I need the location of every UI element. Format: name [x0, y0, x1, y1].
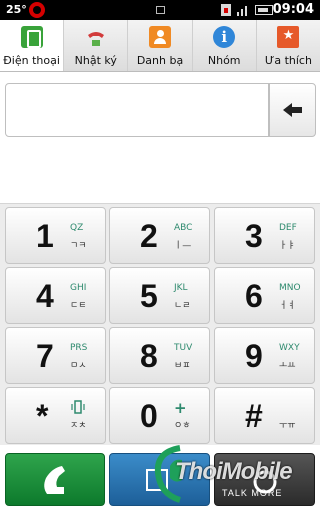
tab-label: Ưa thích	[264, 54, 312, 67]
key-sub-letters: ㅓㅕ	[279, 301, 296, 311]
key-letters: GHI	[70, 283, 87, 293]
backspace-icon	[283, 103, 302, 117]
status-icons	[221, 3, 273, 17]
key-letters: QZ	[70, 223, 84, 233]
vibrate-icon	[71, 400, 85, 414]
key-hash[interactable]: # ㅜㅠ	[214, 387, 315, 444]
key-digit: 1	[36, 218, 54, 254]
tab-label: Điện thoại	[3, 54, 60, 67]
key-letters: TUV	[174, 343, 193, 353]
key-sub-letters: ㅣ—	[174, 241, 192, 251]
key-letters: ABC	[174, 223, 193, 233]
key-digit: #	[245, 398, 263, 434]
key-letters: PRS	[70, 343, 88, 353]
tab-groups[interactable]: Nhóm	[193, 20, 257, 71]
key-digit: 8	[140, 338, 158, 374]
key-letters: WXY	[279, 343, 300, 353]
tab-bar: Điện thoại Nhật ký Danh bạ Nhóm Ưa thích	[0, 20, 320, 72]
key-letters: DEF	[279, 223, 297, 233]
key-digit: 2	[140, 218, 158, 254]
key-digit: 9	[245, 338, 263, 374]
key-letters: JKL	[174, 283, 188, 293]
key-sub-letters: ㅇㅎ	[174, 421, 191, 431]
key-8[interactable]: 8 TUV ㅂㅍ	[109, 327, 210, 384]
key-0[interactable]: 0 + ㅇㅎ	[109, 387, 210, 444]
clock: 09:04	[272, 2, 314, 17]
signal-icon	[237, 6, 247, 16]
key-sub-letters: ㅗㅛ	[279, 361, 296, 371]
call-button[interactable]	[5, 453, 105, 506]
tab-phone[interactable]: Điện thoại	[0, 20, 65, 71]
key-sub-letters: ㄷㅌ	[70, 301, 87, 311]
tab-favorites[interactable]: Ưa thích	[257, 20, 320, 71]
key-digit: 6	[245, 278, 263, 314]
key-9[interactable]: 9 WXY ㅗㅛ	[214, 327, 315, 384]
key-sub-letters: ㅂㅍ	[174, 361, 191, 371]
key-2[interactable]: 2 ABC ㅣ—	[109, 207, 210, 264]
dial-pad: 1 QZ ㄱㅋ 2 ABC ㅣ— 3 DEF ㅏㅑ 4 GHI ㄷㅌ 5 JKL…	[0, 203, 320, 445]
key-1[interactable]: 1 QZ ㄱㅋ	[5, 207, 106, 264]
phone-icon	[20, 26, 43, 48]
key-digit: 7	[36, 338, 54, 374]
watermark-tagline: TALK MORE	[222, 488, 283, 498]
key-letters: MNO	[279, 283, 301, 293]
tab-call-log[interactable]: Nhật ký	[64, 20, 129, 71]
key-letters: +	[174, 399, 187, 417]
key-6[interactable]: 6 MNO ㅓㅕ	[214, 267, 315, 324]
key-digit: 3	[245, 218, 263, 254]
key-digit: *	[36, 398, 49, 434]
favorites-icon	[277, 26, 300, 48]
key-sub-letters: ㅈㅊ	[70, 421, 87, 431]
watermark-brand: ThoiMobile	[175, 458, 293, 485]
key-star[interactable]: * ㅈㅊ	[5, 387, 106, 444]
key-sub-letters: ㅜㅠ	[279, 421, 296, 431]
key-5[interactable]: 5 JKL ㄴㄹ	[109, 267, 210, 324]
notification-icon	[156, 6, 165, 14]
key-digit: 0	[140, 398, 158, 434]
beats-icon	[29, 2, 45, 18]
backspace-button[interactable]	[269, 83, 316, 137]
tab-label: Nhóm	[207, 54, 241, 67]
sim-icon	[221, 4, 231, 16]
contacts-icon	[149, 26, 171, 48]
groups-icon	[213, 26, 236, 48]
key-sub-letters: ㄴㄹ	[174, 301, 191, 311]
phone-number-input[interactable]	[5, 83, 269, 137]
battery-icon	[255, 5, 273, 15]
key-sub-letters: ㅏㅑ	[279, 241, 296, 251]
key-7[interactable]: 7 PRS ㅁㅅ	[5, 327, 106, 384]
key-sub-letters: ㅁㅅ	[70, 361, 87, 371]
call-log-icon	[87, 32, 104, 46]
tab-label: Nhật ký	[74, 54, 117, 67]
key-3[interactable]: 3 DEF ㅏㅑ	[214, 207, 315, 264]
tab-label: Danh bạ	[136, 54, 184, 67]
temperature: 25°	[6, 3, 27, 16]
tab-contacts[interactable]: Danh bạ	[128, 20, 193, 71]
key-4[interactable]: 4 GHI ㄷㅌ	[5, 267, 106, 324]
key-sub-letters: ㄱㅋ	[70, 241, 87, 251]
phone-handset-icon	[44, 466, 65, 494]
key-digit: 5	[140, 278, 158, 314]
status-bar: 25° 09:04	[0, 0, 320, 20]
key-digit: 4	[36, 278, 54, 314]
